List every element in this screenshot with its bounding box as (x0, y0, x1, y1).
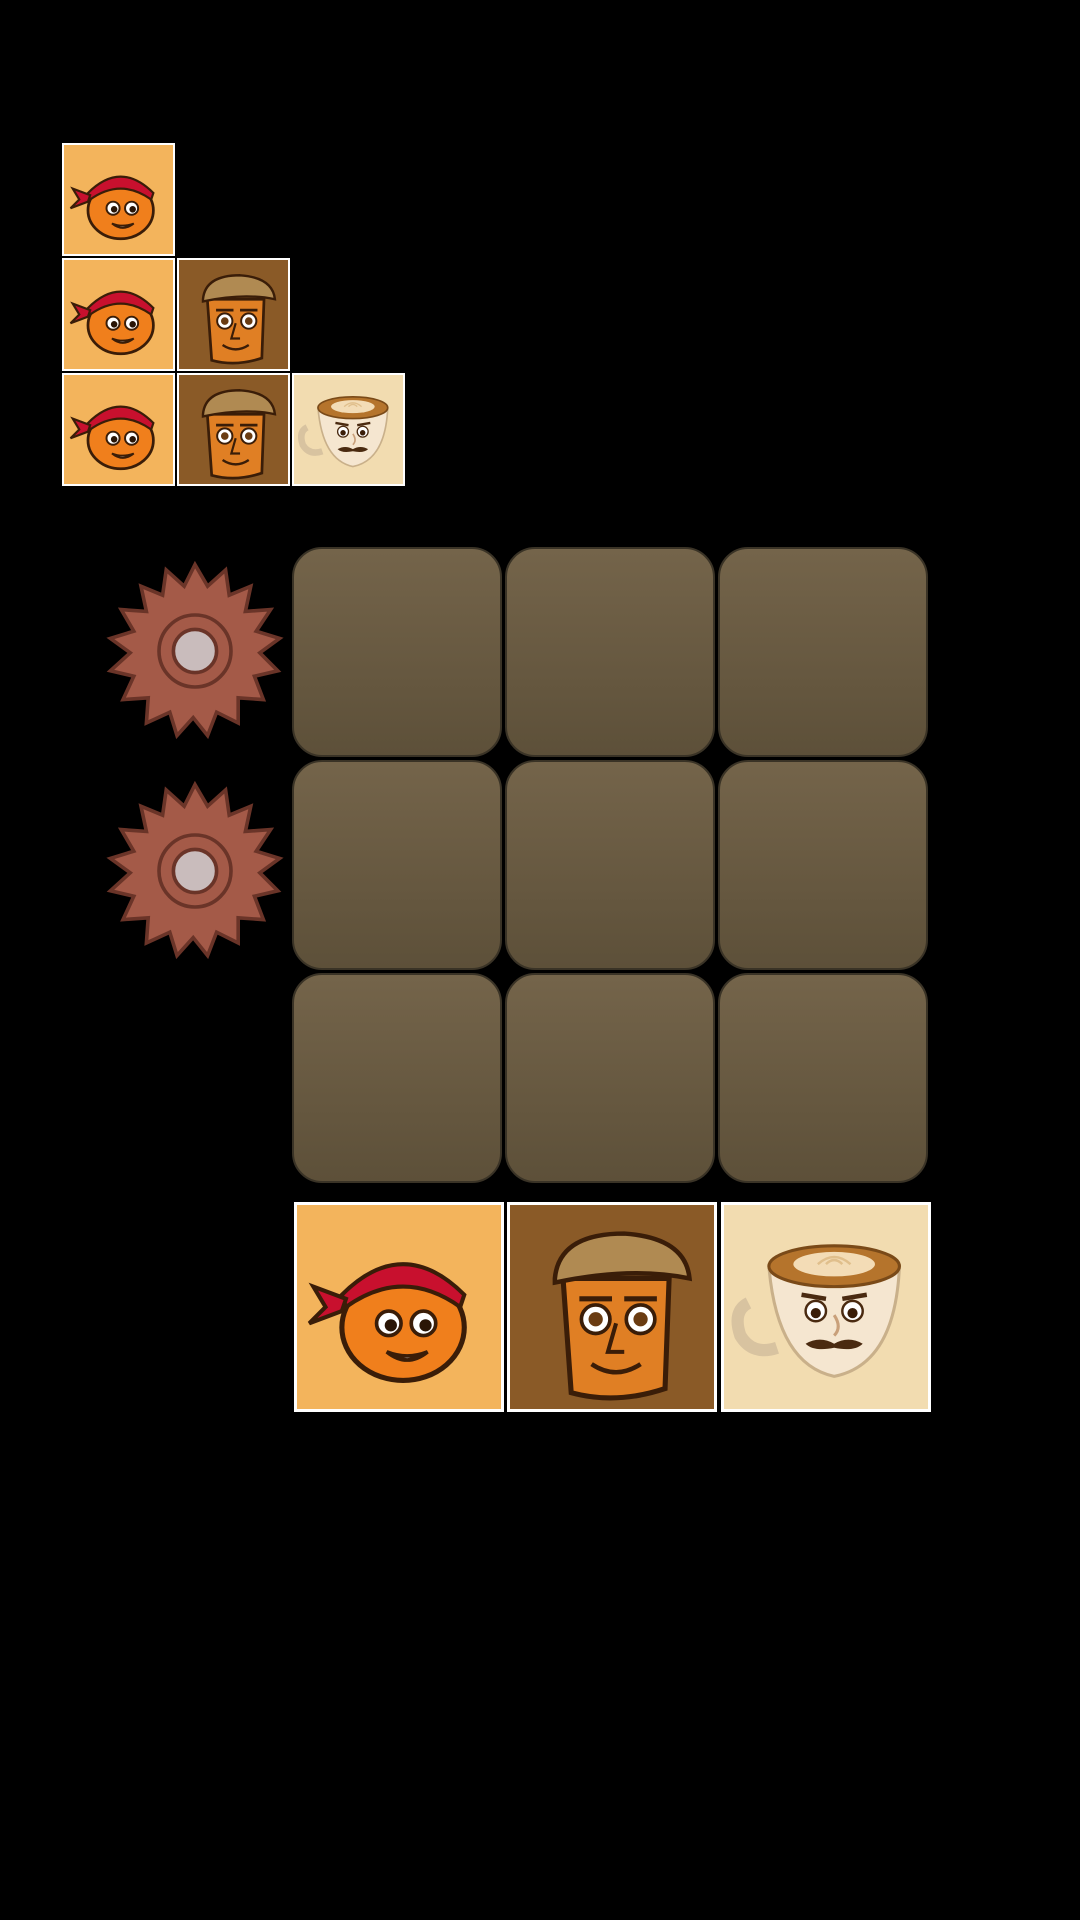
tile-tray (294, 1202, 934, 1414)
bread-face-icon (510, 1205, 714, 1409)
board-cell[interactable] (292, 760, 502, 970)
bread-face-icon (179, 260, 288, 369)
board-cell[interactable] (718, 547, 928, 757)
legend-orange-face-tile (62, 373, 175, 486)
board-cell[interactable] (505, 547, 715, 757)
legend-bread-face-tile (177, 258, 290, 371)
board-cell[interactable] (718, 760, 928, 970)
orange-face-icon (64, 375, 173, 484)
legend-orange-face-tile (62, 143, 175, 256)
pattern-legend (62, 143, 407, 488)
tray-bread-face-tile[interactable] (507, 1202, 717, 1412)
board-cell[interactable] (292, 973, 502, 1183)
tray-orange-face-tile[interactable] (294, 1202, 504, 1412)
board-cell[interactable] (718, 973, 928, 1183)
orange-face-icon (64, 260, 173, 369)
saw-blade-icon (105, 561, 285, 741)
board-cell[interactable] (292, 547, 502, 757)
bread-face-icon (179, 375, 288, 484)
tray-coffee-face-tile[interactable] (721, 1202, 931, 1412)
coffee-face-icon (724, 1205, 928, 1409)
board-cell[interactable] (505, 760, 715, 970)
legend-coffee-face-tile (292, 373, 405, 486)
game-board (292, 547, 932, 1187)
orange-face-icon (297, 1205, 501, 1409)
legend-bread-face-tile (177, 373, 290, 486)
board-cell[interactable] (505, 973, 715, 1183)
orange-face-icon (64, 145, 173, 254)
saw-blade-icon (105, 781, 285, 961)
coffee-face-icon (294, 375, 403, 484)
legend-orange-face-tile (62, 258, 175, 371)
